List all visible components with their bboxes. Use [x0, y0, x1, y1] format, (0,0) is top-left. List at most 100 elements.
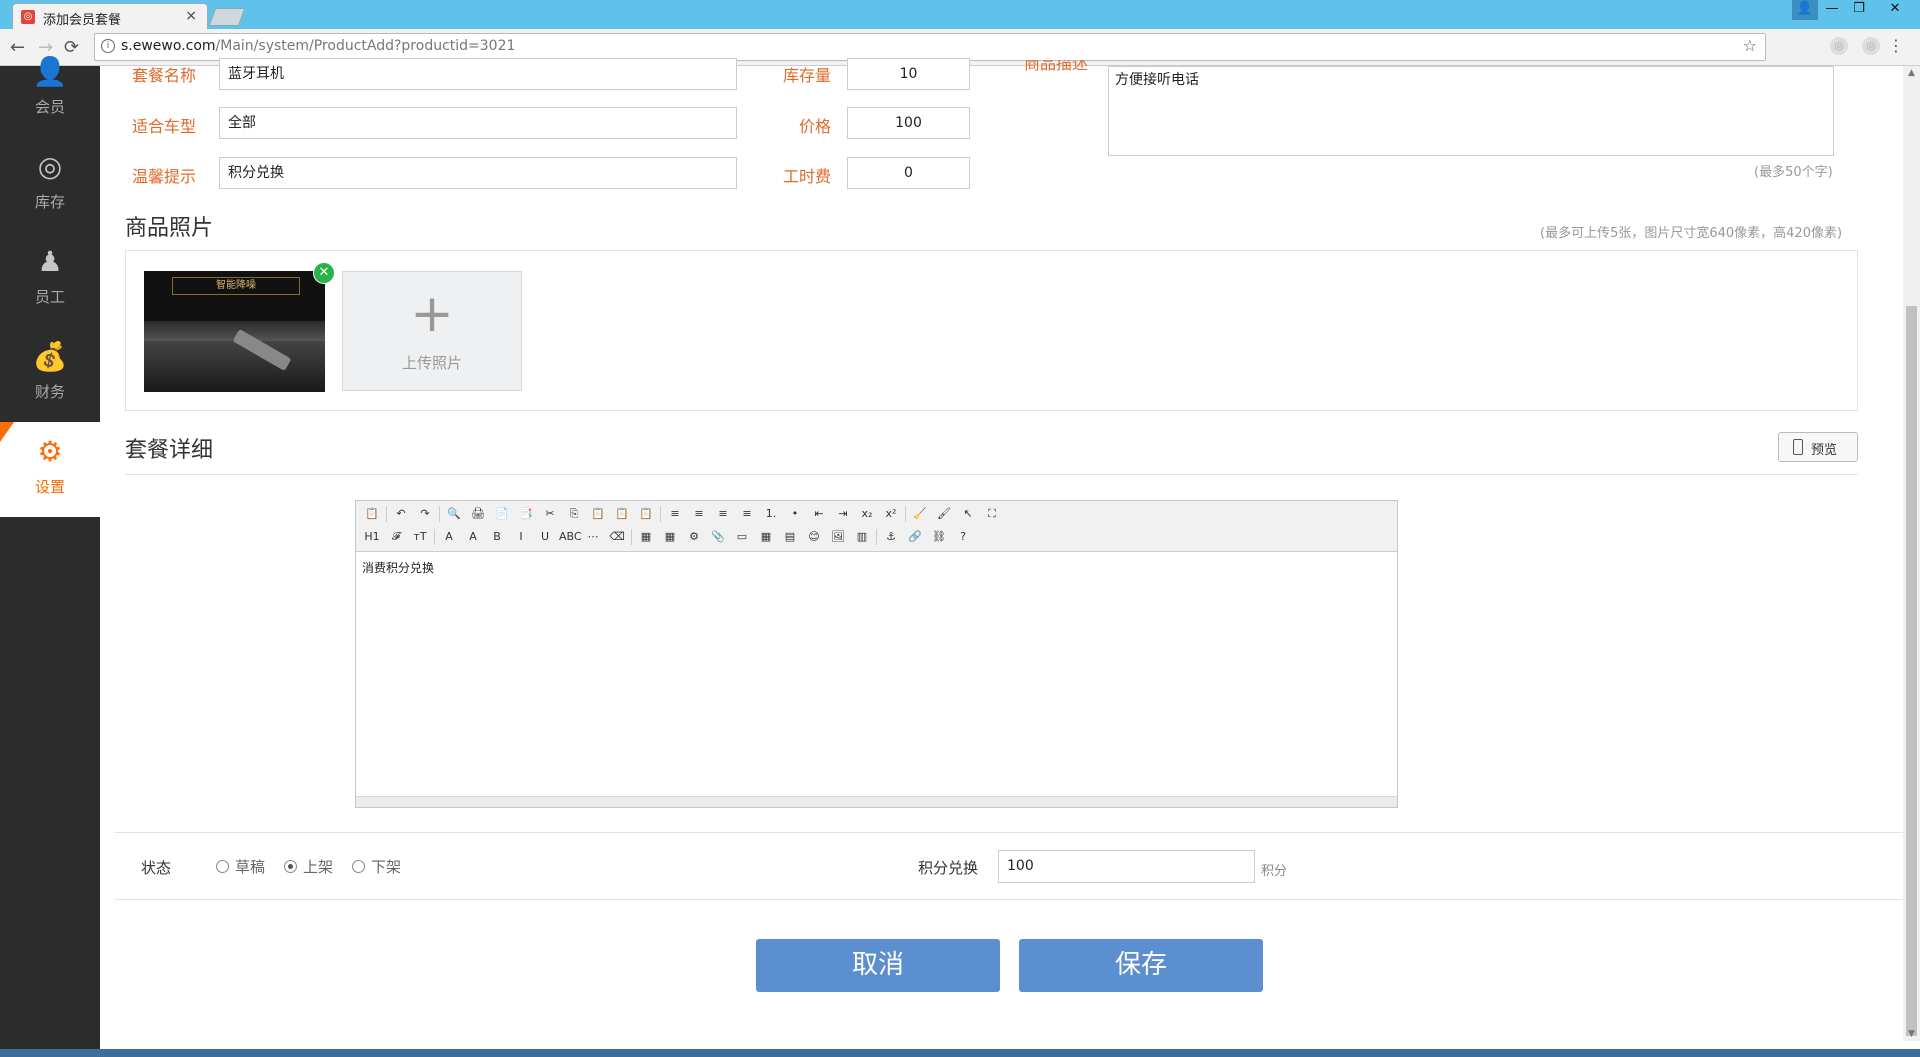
editor-toolbar-button-icon[interactable]: 🖨 [468, 504, 488, 524]
description-textarea[interactable]: 方便接听电话 [1108, 66, 1834, 156]
cancel-button[interactable]: 取消 [756, 939, 1000, 992]
editor-toolbar-button-icon[interactable]: тТ [410, 527, 430, 547]
remove-photo-icon[interactable]: ✕ [313, 262, 335, 284]
editor-toolbar-button-icon[interactable]: ≡ [713, 504, 733, 524]
toolbar-separator [439, 506, 440, 522]
editor-toolbar-button-icon[interactable]: ✂ [540, 504, 560, 524]
package-name-input[interactable]: 蓝牙耳机 [219, 58, 737, 90]
editor-toolbar-button-icon[interactable]: 📄 [492, 504, 512, 524]
editor-toolbar-button-icon[interactable]: ↷ [415, 504, 435, 524]
editor-toolbar-button-icon[interactable]: ⇤ [809, 504, 829, 524]
editor-toolbar-button-icon[interactable]: ▥ [852, 527, 872, 547]
sidebar-item-finance[interactable]: 💰 财务 [0, 327, 100, 422]
editor-toolbar-button-icon[interactable]: 📑 [516, 504, 536, 524]
editor-toolbar-button-icon[interactable]: ABC [559, 527, 582, 547]
save-button[interactable]: 保存 [1019, 939, 1263, 992]
editor-toolbar-button-icon[interactable]: ≡ [665, 504, 685, 524]
editor-toolbar-button-icon[interactable]: 📋 [612, 504, 632, 524]
scroll-thumb[interactable] [1906, 306, 1917, 1036]
scroll-down-icon[interactable]: ▼ [1903, 1029, 1920, 1039]
editor-toolbar-button-icon[interactable]: ⌫ [607, 527, 627, 547]
editor-content[interactable]: 消费积分兑换 [362, 559, 434, 576]
close-window-button[interactable]: ✕ [1878, 0, 1912, 20]
editor-toolbar-button-icon[interactable]: U [535, 527, 555, 547]
page-scrollbar[interactable]: ▲ ▼ [1903, 66, 1920, 1041]
vehicle-type-input[interactable]: 全部 [219, 107, 737, 139]
editor-toolbar-button-icon[interactable]: ⛓ [929, 527, 949, 547]
sidebar-item-staff[interactable]: ♟ 员工 [0, 232, 100, 327]
rich-text-editor[interactable]: 📋 ↶ ↷ 🔍 🖨 📄 📑 ✂ ⎘ 📋 📋 📋 ≡ ≡ ≡ ≡ 1. • ⇤ ⇥ x₂ x² 🧹 🖌 ↖ ⛶ H1 𝓕тТ A A B I U… [355, 500, 1398, 808]
editor-toolbar-button-icon[interactable]: ? [953, 527, 973, 547]
editor-toolbar-button-icon[interactable]: ▦ [756, 527, 776, 547]
restore-button[interactable]: ❐ [1846, 0, 1872, 20]
editor-resize-bar[interactable] [356, 796, 1397, 807]
editor-toolbar-button-icon[interactable]: ▦ [660, 527, 680, 547]
editor-toolbar-button-icon[interactable]: 📎 [708, 527, 728, 547]
extension-icon[interactable]: ◎ [1830, 37, 1848, 55]
tab-close-icon[interactable]: × [185, 8, 197, 24]
sidebar-item-inventory[interactable]: ◎ 库存 [0, 137, 100, 232]
editor-toolbar-button-icon[interactable]: ≡ [689, 504, 709, 524]
editor-toolbar-button-icon[interactable]: • [785, 504, 805, 524]
url-input[interactable]: i s.ewewo.com/Main/system/ProductAdd?pro… [94, 33, 1766, 61]
editor-toolbar-button-icon[interactable]: ▦ [636, 527, 656, 547]
inventory-target-icon: ◎ [37, 150, 63, 183]
editor-toolbar-button-icon[interactable]: ↖ [958, 504, 978, 524]
browser-menu-icon[interactable]: ⋮ [1888, 36, 1904, 55]
price-input[interactable]: 100 [847, 107, 970, 139]
editor-toolbar-button-icon[interactable]: H1 [362, 527, 382, 547]
browser-tab[interactable]: ◎ 添加会员套餐 × [12, 3, 208, 30]
editor-toolbar-button-icon[interactable]: ⚓ [881, 527, 901, 547]
editor-toolbar-button-icon[interactable]: 🧹 [910, 504, 930, 524]
extension-icon[interactable]: ◎ [1862, 37, 1880, 55]
editor-toolbar-button-icon[interactable]: 😊 [804, 527, 824, 547]
editor-toolbar-button-icon[interactable]: x₂ [857, 504, 877, 524]
editor-toolbar-button-icon[interactable]: 🔗 [905, 527, 925, 547]
stock-input[interactable]: 10 [847, 58, 970, 90]
tip-input[interactable]: 积分兑换 [219, 157, 737, 189]
editor-toolbar-button-icon[interactable]: I [511, 527, 531, 547]
sidebar-item-label: 财务 [34, 383, 65, 401]
status-draft-radio[interactable]: 草稿 [216, 856, 265, 877]
photos-hint: (最多可上传5张，图片尺寸宽640像素，高420像素) [1540, 226, 1843, 241]
status-label: 状态 [141, 859, 172, 877]
editor-toolbar-button-icon[interactable]: 🖌 [934, 504, 954, 524]
editor-toolbar-button-icon[interactable]: A [439, 527, 459, 547]
sidebar-item-settings[interactable]: ⚙ 设置 [0, 422, 100, 517]
site-info-icon[interactable]: i [101, 39, 115, 53]
editor-toolbar-button-icon[interactable]: 🔍 [444, 504, 464, 524]
editor-toolbar-button-icon[interactable]: ⇥ [833, 504, 853, 524]
labor-fee-input[interactable]: 0 [847, 157, 970, 189]
editor-toolbar-button-icon[interactable]: ↶ [391, 504, 411, 524]
preview-button[interactable]: 预览 [1778, 432, 1858, 462]
editor-toolbar-button-icon[interactable]: ≡ [737, 504, 757, 524]
status-delisted-radio[interactable]: 下架 [352, 856, 401, 877]
status-listed-radio[interactable]: 上架 [284, 856, 333, 877]
editor-toolbar-button-icon[interactable]: 🖼 [828, 527, 848, 547]
editor-toolbar-button-icon[interactable]: 📋 [588, 504, 608, 524]
minimize-button[interactable]: — [1819, 0, 1845, 20]
profile-icon[interactable]: 👤 [1792, 0, 1818, 20]
points-input[interactable]: 100 [998, 850, 1255, 883]
editor-toolbar-button-icon[interactable]: ⛶ [982, 504, 1002, 524]
bookmark-star-icon[interactable]: ☆ [1743, 36, 1757, 55]
editor-toolbar-button-icon[interactable]: 𝓕 [386, 527, 406, 547]
new-tab-button[interactable] [208, 8, 246, 26]
upload-photo-button[interactable]: + 上传照片 [342, 271, 522, 391]
editor-toolbar-button-icon[interactable]: A [463, 527, 483, 547]
editor-toolbar-button-icon[interactable]: ⚙ [684, 527, 704, 547]
editor-toolbar-button-icon[interactable]: ⎘ [564, 504, 584, 524]
editor-toolbar-button-icon[interactable]: B [487, 527, 507, 547]
editor-toolbar-button-icon[interactable]: ⋯ [583, 527, 603, 547]
phone-icon [1793, 439, 1803, 455]
editor-toolbar-button-icon[interactable]: 📋 [362, 504, 382, 524]
description-hint: (最多50个字) [1754, 165, 1833, 180]
sidebar-item-member[interactable]: 👤 会员 [0, 42, 100, 137]
editor-toolbar-button-icon[interactable]: 1. [761, 504, 781, 524]
editor-toolbar-button-icon[interactable]: ▭ [732, 527, 752, 547]
editor-toolbar-button-icon[interactable]: x² [881, 504, 901, 524]
product-photo-thumbnail[interactable]: 智能降噪 [144, 271, 325, 392]
scroll-up-icon[interactable]: ▲ [1903, 68, 1920, 78]
editor-toolbar-button-icon[interactable]: ▤ [780, 527, 800, 547]
editor-toolbar-button-icon[interactable]: 📋 [636, 504, 656, 524]
